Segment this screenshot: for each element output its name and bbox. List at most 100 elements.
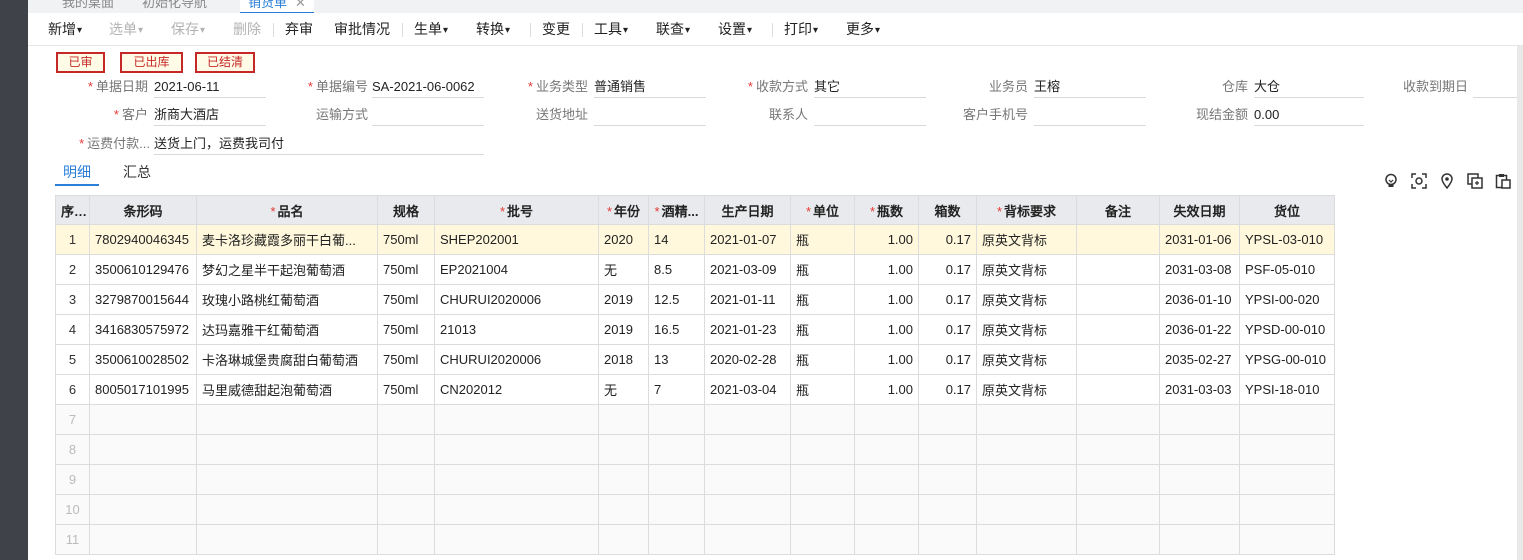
table-cell[interactable]: 1.00 [854,314,919,345]
table-cell[interactable] [598,464,649,495]
table-cell[interactable] [89,524,197,555]
salesman-field[interactable]: 王榕 [1034,77,1146,98]
table-cell[interactable] [790,494,855,525]
table-cell[interactable] [196,494,378,525]
tab-detail[interactable]: 明细 [55,162,99,186]
table-cell[interactable] [648,524,705,555]
column-header[interactable]: * 酒精... [648,195,705,225]
table-cell[interactable] [89,404,197,435]
table-cell[interactable]: 3279870015644 [89,284,197,315]
table-cell[interactable] [1076,254,1160,285]
table-cell[interactable]: 瓶 [790,224,855,255]
table-cell[interactable] [1239,464,1335,495]
table-cell[interactable] [598,434,649,465]
column-header[interactable]: 序号 [55,195,90,225]
table-cell[interactable] [1159,404,1240,435]
paste-icon[interactable] [1494,172,1512,190]
table-cell[interactable] [790,434,855,465]
table-cell[interactable]: 达玛嘉雅干红葡萄酒 [196,314,378,345]
table-cell[interactable]: 原英文背标 [976,284,1077,315]
table-cell[interactable]: 2031-03-03 [1159,374,1240,405]
table-cell[interactable] [648,464,705,495]
copy-icon[interactable] [1466,172,1484,190]
table-cell[interactable]: 2031-03-08 [1159,254,1240,285]
table-cell[interactable] [976,434,1077,465]
table-cell[interactable] [434,404,599,435]
table-cell[interactable]: 1.00 [854,254,919,285]
table-cell[interactable]: 21013 [434,314,599,345]
table-cell[interactable]: 10 [55,494,90,525]
table-cell[interactable] [854,524,919,555]
settings-button[interactable]: 设置▾ [718,13,752,45]
table-cell[interactable] [1076,524,1160,555]
tab-desktop[interactable]: 我的桌面 [62,0,114,12]
table-row[interactable]: 6 8005017101995 马里威德甜起泡葡萄酒 750ml CN202012 无 7 2… [55,374,1335,405]
table-cell[interactable]: 8.5 [648,254,705,285]
table-cell[interactable]: 3 [55,284,90,315]
table-cell[interactable]: 1.00 [854,374,919,405]
table-row[interactable]: 1 7802940046345 麦卡洛珍藏霞多丽干白葡... 750ml SHEP202… [55,224,1335,255]
column-header[interactable]: * 品名 [196,195,378,225]
tab-summary[interactable]: 汇总 [123,162,151,184]
table-row[interactable]: 8 [55,434,1335,465]
table-cell[interactable]: SHEP202001 [434,224,599,255]
table-cell[interactable]: 瓶 [790,314,855,345]
table-cell[interactable] [377,464,435,495]
table-cell[interactable] [1076,464,1160,495]
table-cell[interactable] [196,434,378,465]
table-cell[interactable] [434,464,599,495]
table-cell[interactable]: 750ml [377,284,435,315]
table-cell[interactable]: 0.17 [918,314,977,345]
table-cell[interactable] [434,494,599,525]
table-cell[interactable] [918,494,977,525]
table-cell[interactable] [1239,524,1335,555]
tools-button[interactable]: 工具▾ [594,13,628,45]
column-header[interactable]: * 背标要求 [976,195,1077,225]
table-cell[interactable] [704,434,791,465]
column-header[interactable]: 失效日期 [1159,195,1240,225]
approval-status-button[interactable]: 审批情况 [334,13,390,45]
table-cell[interactable]: 16.5 [648,314,705,345]
table-cell[interactable]: YPSD-00-010 [1239,314,1335,345]
table-cell[interactable] [1159,434,1240,465]
table-cell[interactable]: 0.17 [918,344,977,375]
table-cell[interactable]: 卡洛琳城堡贵腐甜白葡萄酒 [196,344,378,375]
table-cell[interactable] [598,524,649,555]
save-button[interactable]: 保存▾ [171,13,205,45]
table-cell[interactable]: 0.17 [918,224,977,255]
table-cell[interactable]: 3416830575972 [89,314,197,345]
table-cell[interactable]: 原英文背标 [976,254,1077,285]
table-cell[interactable]: 瓶 [790,374,855,405]
table-row[interactable]: 2 3500610129476 梦幻之星半干起泡葡萄酒 750ml EP2021004 无… [55,254,1335,285]
table-cell[interactable] [1159,494,1240,525]
table-cell[interactable] [1239,434,1335,465]
table-cell[interactable]: 无 [598,374,649,405]
linked-query-button[interactable]: 联查▾ [656,13,690,45]
table-cell[interactable]: 13 [648,344,705,375]
table-cell[interactable]: 12.5 [648,284,705,315]
table-row[interactable]: 9 [55,464,1335,495]
table-cell[interactable]: 9 [55,464,90,495]
contact-field[interactable] [814,105,926,126]
table-cell[interactable] [648,494,705,525]
table-cell[interactable]: PSF-05-010 [1239,254,1335,285]
table-cell[interactable] [377,404,435,435]
table-cell[interactable]: 无 [598,254,649,285]
tab-init-nav[interactable]: 初始化导航 [142,0,207,12]
table-cell[interactable] [704,464,791,495]
table-cell[interactable] [1239,494,1335,525]
table-cell[interactable] [1076,374,1160,405]
biz-type-field[interactable]: 普通销售 [594,77,706,98]
table-cell[interactable]: 0.17 [918,284,977,315]
table-cell[interactable]: 瓶 [790,254,855,285]
table-cell[interactable] [918,524,977,555]
table-cell[interactable]: 750ml [377,344,435,375]
table-cell[interactable] [704,404,791,435]
table-cell[interactable]: YPSI-18-010 [1239,374,1335,405]
table-cell[interactable]: 2021-03-04 [704,374,791,405]
table-row[interactable]: 4 3416830575972 达玛嘉雅干红葡萄酒 750ml 21013 2019 16.… [55,314,1335,345]
due-date-field[interactable] [1473,77,1517,98]
table-row[interactable]: 11 [55,524,1335,555]
table-cell[interactable] [196,524,378,555]
table-cell[interactable]: 5 [55,344,90,375]
